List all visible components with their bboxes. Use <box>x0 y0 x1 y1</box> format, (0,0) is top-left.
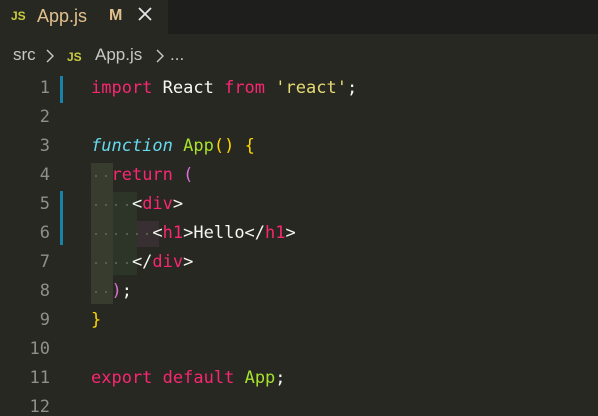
line-number: 6 <box>39 223 50 243</box>
code-token: export <box>91 368 153 388</box>
code-token: > <box>285 223 296 243</box>
chevron-right-icon <box>45 48 55 63</box>
code-token: div <box>152 252 184 272</box>
code-token: > <box>172 194 184 214</box>
line-number: 7 <box>39 252 50 272</box>
code-token: } <box>91 310 102 330</box>
gutter-change-marker <box>60 191 63 245</box>
whitespace-dot <box>105 233 108 235</box>
whitespace-dot <box>125 204 128 206</box>
tab-title: App.js <box>37 6 88 26</box>
code-token: ; <box>346 78 358 98</box>
whitespace-dot <box>125 233 128 235</box>
code-token: ) <box>111 281 122 301</box>
whitespace-dot <box>115 204 118 206</box>
code-line[interactable]: export default App; <box>91 364 286 393</box>
code-token: return <box>111 165 173 185</box>
code-token: h1 <box>162 223 184 243</box>
code-token: default <box>162 368 235 388</box>
code-token: import <box>91 78 153 98</box>
whitespace-dot <box>115 233 118 235</box>
breadcrumb-file[interactable]: App.js <box>95 45 142 65</box>
whitespace-dot <box>105 175 108 177</box>
whitespace-dot <box>146 233 149 235</box>
line-number: 11 <box>29 368 50 388</box>
code-token: >Hello</ <box>183 223 266 243</box>
tab-bar: JS App.js M <box>0 0 598 34</box>
line-number: 8 <box>39 281 50 301</box>
whitespace-dot <box>95 291 97 293</box>
breadcrumb-more[interactable]: ... <box>170 45 184 65</box>
breadcrumb: src JS App.js ... <box>0 34 598 74</box>
line-number: 12 <box>29 397 50 416</box>
tab-app-js[interactable]: JS App.js M <box>0 0 168 34</box>
line-number: 1 <box>39 78 50 98</box>
whitespace-dot <box>95 262 97 264</box>
code-token: ; <box>275 368 286 388</box>
line-number: 5 <box>39 194 50 214</box>
code-token: </ <box>91 252 153 272</box>
whitespace-dot <box>95 233 97 235</box>
code-token: from <box>224 78 266 98</box>
code-line[interactable]: } <box>91 306 101 335</box>
code-line[interactable]: <h1>Hello</h1> <box>91 219 296 248</box>
close-icon[interactable] <box>136 5 154 23</box>
line-number: 4 <box>39 165 50 185</box>
code-token: 'react' <box>275 78 347 98</box>
whitespace-dot <box>135 233 138 235</box>
code-token: ( <box>183 165 194 185</box>
modified-indicator: M <box>109 7 123 24</box>
whitespace-dot <box>115 262 118 264</box>
code-token: App <box>244 368 276 388</box>
code-token: App <box>183 136 214 156</box>
line-number: 10 <box>29 339 50 359</box>
whitespace-dot <box>95 204 97 206</box>
chevron-right-icon <box>155 48 165 63</box>
whitespace-dot <box>105 291 108 293</box>
code-token: > <box>183 252 194 272</box>
code-token: h1 <box>265 223 286 243</box>
code-line[interactable]: import React from 'react'; <box>91 74 357 103</box>
code-token: { <box>244 136 255 156</box>
js-file-icon: JS <box>11 9 26 23</box>
whitespace-dot <box>105 262 108 264</box>
line-number: 3 <box>39 136 50 156</box>
line-number: 9 <box>39 310 50 330</box>
code-line[interactable]: function App() { <box>91 132 255 161</box>
line-number: 2 <box>39 107 50 127</box>
code-token: () <box>213 136 235 156</box>
breadcrumb-folder-src[interactable]: src <box>13 45 36 65</box>
js-file-icon: JS <box>67 50 82 64</box>
whitespace-dot <box>95 175 97 177</box>
whitespace-dot <box>125 262 128 264</box>
code-token: div <box>142 194 173 214</box>
code-token: function <box>91 136 173 156</box>
code-line[interactable]: ); <box>91 277 132 306</box>
gutter-change-marker <box>60 76 63 103</box>
code-editor[interactable]: 1 import React from 'react'; 2 3 function Ap… <box>0 74 598 416</box>
whitespace-dot <box>105 204 108 206</box>
code-token: React <box>152 78 225 98</box>
code-token: ; <box>121 281 132 301</box>
